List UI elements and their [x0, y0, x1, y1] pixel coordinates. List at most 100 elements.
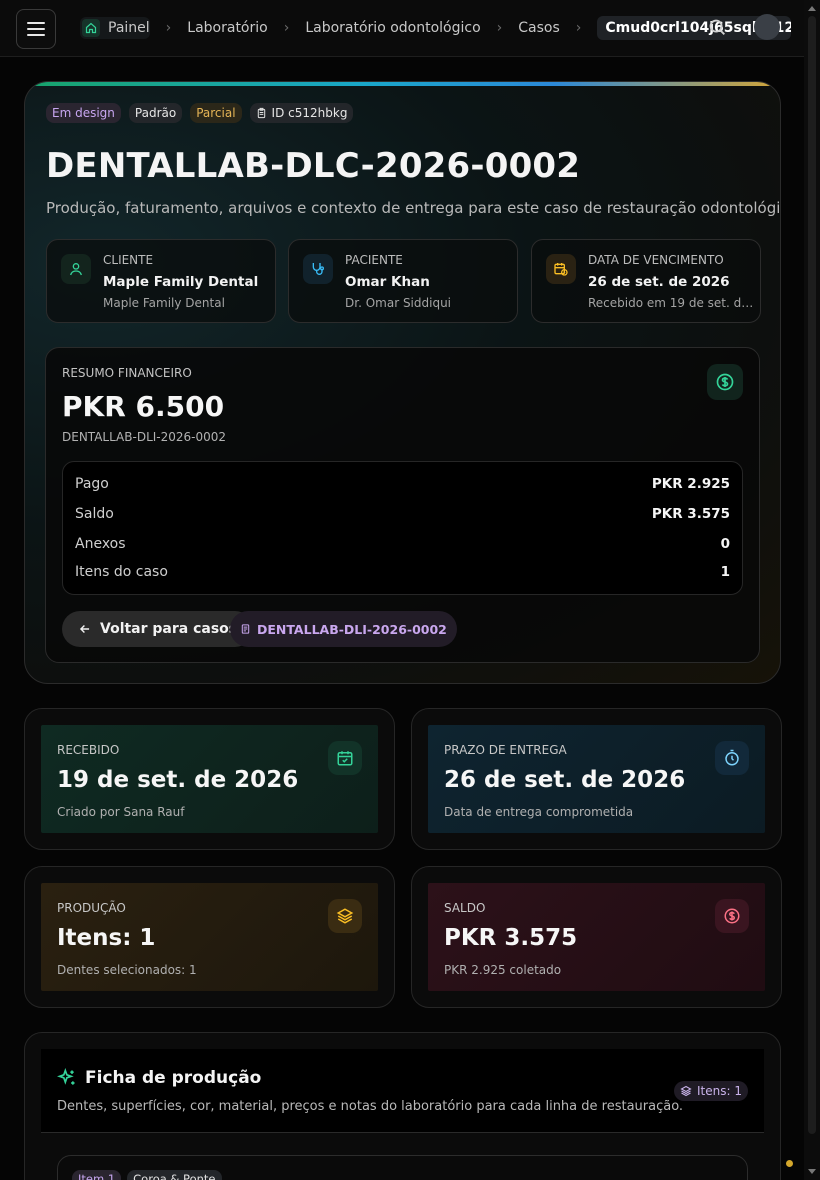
due-date-card: Data de vencimento 26 de set. de 2026 Re… — [531, 239, 761, 323]
timer-icon — [715, 741, 749, 775]
fin-row-key: Saldo — [75, 506, 114, 522]
breadcrumb-item-laboratorio[interactable]: Laboratório — [187, 20, 267, 36]
financial-breakdown: Pago PKR 2.925 Saldo PKR 3.575 Anexos 0 … — [62, 461, 743, 595]
scroll-down-icon[interactable] — [808, 1169, 816, 1174]
production-sheet-title: Ficha de produção — [57, 1068, 261, 1088]
top-bar: Painel › Laboratório › Laboratório odont… — [0, 0, 804, 57]
menu-button[interactable] — [16, 9, 56, 49]
fin-row-balance: Saldo PKR 3.575 — [75, 504, 730, 524]
balance-value: PKR 3.575 — [444, 925, 578, 951]
financial-summary: RESUMO FINANCEIRO PKR 6.500 DENTALLAB-DL… — [45, 347, 760, 663]
clipboard-icon — [257, 107, 265, 119]
page-scrollbar[interactable] — [804, 0, 820, 1180]
production-label: Produção — [57, 901, 126, 915]
deadline-label: Prazo de entrega — [444, 743, 567, 757]
sparkles-icon — [57, 1068, 75, 1085]
layers-icon — [328, 899, 362, 933]
patient-card: Paciente Omar Khan Dr. Omar Siddiqui — [288, 239, 518, 323]
received-panel: Recebido 19 de set. de 2026 Criado por S… — [41, 725, 378, 833]
production-item-card[interactable]: Item 1 Coroa & Ponte — [57, 1155, 748, 1180]
hamburger-line — [27, 22, 45, 24]
fin-row-key: Pago — [75, 476, 109, 492]
page-subtitle: Produção, faturamento, arquivos e contex… — [46, 199, 781, 217]
deadline-panel: Prazo de entrega 26 de set. de 2026 Data… — [428, 725, 765, 833]
notification-dot — [786, 1160, 793, 1167]
fin-row-paid: Pago PKR 2.925 — [75, 474, 730, 494]
received-card: Recebido 19 de set. de 2026 Criado por S… — [24, 708, 395, 850]
item-chips: Item 1 Coroa & Ponte — [72, 1170, 222, 1180]
due-date-sub: Recebido em 19 de set. de 2026 — [588, 296, 756, 310]
client-sub: Maple Family Dental — [103, 296, 225, 310]
production-sheet-subtitle: Dentes, superfícies, cor, material, preç… — [57, 1099, 684, 1114]
id-badge-label: ID c512hbkg — [271, 106, 348, 120]
chevron-right-icon: › — [496, 20, 503, 36]
page-title: DENTALLAB-DLC-2026-0002 — [46, 146, 581, 186]
invoice-link-button[interactable]: DENTALLAB-DLI-2026-0002 — [230, 611, 457, 647]
scroll-up-icon[interactable] — [808, 6, 816, 11]
balance-sub: PKR 2.925 coletado — [444, 963, 562, 977]
balance-panel: Saldo PKR 3.575 PKR 2.925 coletado — [428, 883, 765, 991]
case-hero: Em design Padrão Parcial ID c512hbkg DEN… — [24, 81, 781, 684]
deadline-sub: Data de entrega comprometida — [444, 805, 634, 819]
balance-card: Saldo PKR 3.575 PKR 2.925 coletado — [411, 866, 782, 1008]
fin-row-items: Itens do caso 1 — [75, 562, 730, 582]
fin-row-value: 1 — [720, 564, 730, 580]
production-card: Produção Itens: 1 Dentes selecionados: 1 — [24, 866, 395, 1008]
fin-row-value: PKR 2.925 — [651, 476, 730, 492]
fin-row-value: 0 — [720, 536, 730, 552]
accent-bar — [25, 82, 780, 86]
production-sub: Dentes selecionados: 1 — [57, 963, 197, 977]
calendar-check-icon — [328, 741, 362, 775]
invoice-code: DENTALLAB-DLI-2026-0002 — [62, 430, 227, 444]
breadcrumb-item-casos[interactable]: Casos — [518, 20, 560, 36]
client-label: Cliente — [103, 253, 154, 267]
items-count-badge: Itens: 1 — [674, 1081, 748, 1101]
received-label: Recebido — [57, 743, 120, 757]
breadcrumb-home[interactable]: Painel — [80, 17, 150, 39]
back-to-cases-button[interactable]: Voltar para casos — [62, 611, 254, 647]
search-icon[interactable] — [706, 16, 728, 38]
financial-summary-label: RESUMO FINANCEIRO — [62, 366, 192, 380]
client-value: Maple Family Dental — [103, 274, 259, 290]
breadcrumb-item-laboratorio-odontologico[interactable]: Laboratório odontológico — [305, 20, 480, 36]
breadcrumb: Painel › Laboratório › Laboratório odont… — [80, 15, 792, 41]
deadline-card: Prazo de entrega 26 de set. de 2026 Data… — [411, 708, 782, 850]
receipt-icon — [241, 624, 250, 634]
received-sub: Criado por Sana Rauf — [57, 805, 185, 819]
fin-row-key: Anexos — [75, 536, 126, 552]
deadline-value: 26 de set. de 2026 — [444, 767, 686, 793]
due-date-value: 26 de set. de 2026 — [588, 274, 730, 290]
dollar-icon — [707, 364, 743, 400]
chevron-right-icon: › — [165, 20, 172, 36]
fin-row-value: PKR 3.575 — [651, 506, 730, 522]
patient-value: Omar Khan — [345, 274, 430, 290]
home-icon — [82, 19, 100, 37]
item-type-chip: Coroa & Ponte — [127, 1170, 222, 1180]
arrow-left-icon — [79, 625, 90, 633]
scrollbar-thumb[interactable] — [808, 16, 816, 1134]
payment-badge: Parcial — [190, 103, 242, 123]
chevron-right-icon: › — [575, 20, 582, 36]
priority-badge: Padrão — [128, 103, 183, 123]
due-date-label: Data de vencimento — [588, 253, 724, 267]
hamburger-line — [27, 28, 45, 30]
fin-row-attachments: Anexos 0 — [75, 534, 730, 554]
id-badge: ID c512hbkg — [249, 103, 354, 123]
avatar[interactable] — [754, 14, 780, 40]
items-count-label: Itens: 1 — [697, 1084, 742, 1098]
production-sheet: Ficha de produção Dentes, superfícies, c… — [24, 1032, 781, 1180]
financial-total: PKR 6.500 — [62, 390, 225, 423]
dollar-icon — [715, 899, 749, 933]
stethoscope-icon — [303, 254, 333, 284]
fin-row-key: Itens do caso — [75, 564, 168, 580]
balance-label: Saldo — [444, 901, 486, 915]
calendar-clock-icon — [546, 254, 576, 284]
layers-icon — [680, 1085, 692, 1097]
production-sheet-header: Ficha de produção Dentes, superfícies, c… — [41, 1049, 764, 1133]
client-card: Cliente Maple Family Dental Maple Family… — [46, 239, 276, 323]
breadcrumb-item-painel[interactable]: Painel — [108, 20, 150, 36]
production-sheet-title-text: Ficha de produção — [85, 1068, 262, 1088]
back-to-cases-label: Voltar para casos — [100, 621, 238, 637]
user-icon — [61, 254, 91, 284]
production-value: Itens: 1 — [57, 925, 156, 951]
